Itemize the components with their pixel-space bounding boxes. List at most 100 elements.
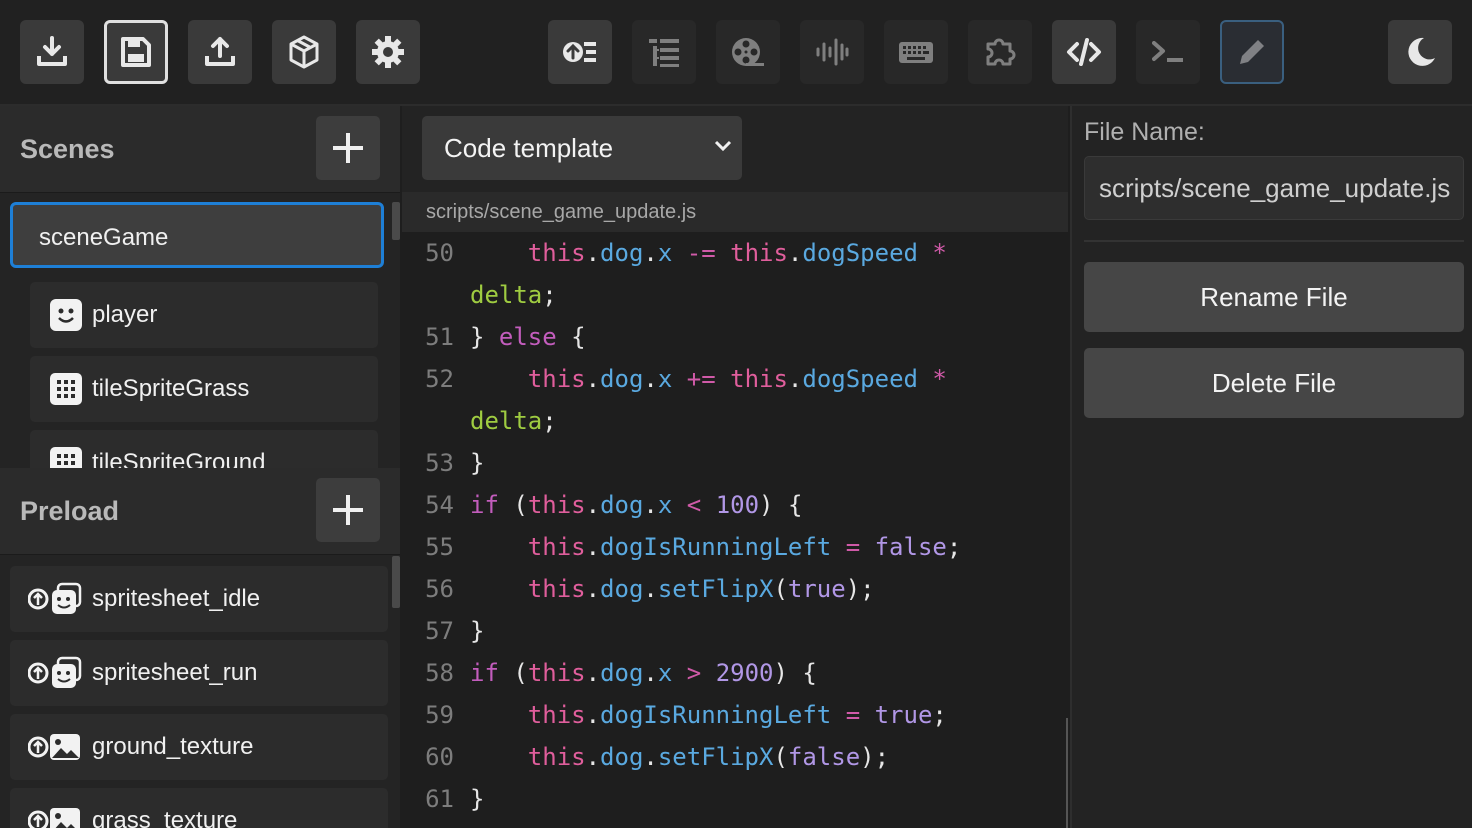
list-button[interactable] [632, 20, 696, 84]
line-number: 58 [425, 659, 454, 687]
add-preload-button[interactable] [316, 478, 380, 542]
code-line: this.dogIsRunningLeft = true; [527, 701, 947, 729]
code-line: if (this.dog.x < 100) { [470, 491, 803, 519]
pencil-icon [1240, 40, 1264, 64]
scenes-list: sceneGame player tileSpriteGrass tileSpr… [0, 192, 400, 468]
plus-icon [333, 133, 363, 163]
save-button[interactable] [104, 20, 168, 84]
line-number: 60 [425, 743, 454, 771]
line-number: 52 [425, 365, 454, 393]
build-button[interactable] [272, 20, 336, 84]
code-line: this.dog.x += this.dogSpeed * [527, 365, 947, 393]
code-line: } [470, 617, 485, 645]
scene-item-active[interactable]: sceneGame [10, 202, 384, 268]
preload-item[interactable]: spritesheet_idle [10, 566, 388, 632]
preload-scrollbar[interactable] [392, 556, 400, 608]
grid-icon [50, 447, 82, 468]
code-line: } [470, 785, 485, 813]
code-button[interactable] [1052, 20, 1116, 84]
code-template-select[interactable]: Code template [422, 116, 742, 180]
line-number: 53 [425, 449, 454, 477]
object-label: tileSpriteGrass [92, 375, 250, 402]
audio-button[interactable] [800, 20, 864, 84]
object-label: tileSpriteGround [92, 449, 266, 468]
upload-list-icon [563, 42, 596, 62]
file-path: scripts/scene_game_update.js [426, 201, 697, 223]
code-line: this.dog.setFlipX(false); [527, 743, 890, 771]
preload-item[interactable]: ground_texture [10, 714, 388, 780]
image-icon [28, 734, 80, 760]
delete-file-button[interactable]: Delete File [1084, 348, 1464, 418]
file-name-value: scripts/scene_game_update.js [1099, 173, 1451, 203]
code-line: if (this.dog.x > 2900) { [470, 659, 817, 687]
line-number: 54 [425, 491, 454, 519]
file-name-input[interactable]: scripts/scene_game_update.js [1084, 156, 1464, 220]
file-panel: File Name: scripts/scene_game_update.js … [1070, 106, 1472, 828]
file-name-label: File Name: [1084, 118, 1205, 146]
left-sidebar: Scenes sceneGame player tileSpriteGrass … [0, 106, 400, 828]
asset-label: spritesheet_run [92, 659, 258, 686]
scene-label: sceneGame [39, 224, 169, 251]
preload-item[interactable]: spritesheet_run [10, 640, 388, 706]
assets-upload-button[interactable] [548, 20, 612, 84]
smiley-icon [50, 299, 82, 331]
code-template-label: Code template [444, 133, 614, 163]
code-line: this.dogIsRunningLeft = false; [527, 533, 962, 561]
top-toolbar [0, 0, 1472, 106]
preload-item[interactable]: grass_texture [10, 788, 388, 828]
edit-button[interactable] [1220, 20, 1284, 84]
audio-wave-icon [816, 38, 849, 66]
cube-icon [289, 35, 319, 69]
moon-icon [1408, 37, 1435, 66]
terminal-icon [1152, 41, 1183, 62]
scene-object-item[interactable]: player [30, 282, 378, 348]
scenes-header: Scenes [0, 106, 400, 193]
scenes-scrollbar[interactable] [392, 202, 400, 240]
asset-label: spritesheet_idle [92, 585, 261, 612]
animations-button[interactable] [716, 20, 780, 84]
divider [1084, 240, 1464, 242]
input-button[interactable] [884, 20, 948, 84]
console-button[interactable] [1136, 20, 1200, 84]
code-editor-panel: Code template scripts/scene_game_update.… [402, 106, 1068, 828]
code-line: this.dog.setFlipX(true); [527, 575, 875, 603]
add-scene-button[interactable] [316, 116, 380, 180]
preload-header: Preload [0, 468, 400, 555]
download-button[interactable] [20, 20, 84, 84]
scene-object-item[interactable]: tileSpriteGround [30, 430, 378, 468]
line-number: 61 [425, 785, 454, 813]
grid-icon [50, 373, 82, 405]
line-number: 50 [425, 239, 454, 267]
scenes-title: Scenes [20, 134, 115, 164]
gear-icon [372, 36, 404, 68]
rename-file-button[interactable]: Rename File [1084, 262, 1464, 332]
plugins-button[interactable] [968, 20, 1032, 84]
list-icon [649, 39, 679, 67]
scene-object-item[interactable]: tileSpriteGrass [30, 356, 378, 422]
line-number: 59 [425, 701, 454, 729]
code-line: delta; [470, 407, 557, 435]
spritesheet-icon [28, 582, 82, 614]
spritesheet-icon [28, 656, 82, 688]
object-label: player [92, 301, 158, 328]
code-scrollbar[interactable] [1066, 718, 1068, 828]
preload-list: spritesheet_idle spritesheet_run ground_… [0, 554, 400, 828]
preload-title: Preload [20, 496, 120, 526]
theme-toggle-button[interactable] [1388, 20, 1452, 84]
image-icon [28, 808, 80, 828]
save-icon [121, 37, 151, 67]
upload-icon [205, 37, 235, 66]
code-line: } [470, 449, 485, 477]
plus-icon [333, 495, 363, 525]
keyboard-icon [899, 42, 933, 63]
line-number: 55 [425, 533, 454, 561]
film-reel-icon [732, 38, 764, 66]
upload-button[interactable] [188, 20, 252, 84]
settings-button[interactable] [356, 20, 420, 84]
file-path-bar: scripts/scene_game_update.js [402, 192, 1068, 232]
asset-label: ground_texture [92, 733, 254, 760]
download-icon [37, 36, 67, 66]
code-area[interactable]: 50 51 52 53 54 55 56 57 58 59 60 61 this… [402, 232, 1068, 828]
chevron-down-icon [714, 140, 732, 152]
line-number: 51 [425, 323, 454, 351]
